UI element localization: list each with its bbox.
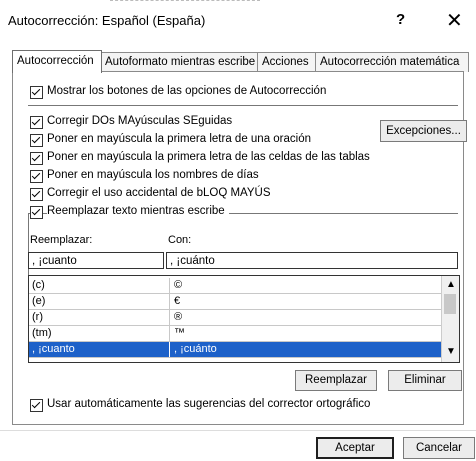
list-item-to: © bbox=[174, 279, 183, 291]
divider bbox=[28, 105, 458, 106]
list-item[interactable]: (r) ® bbox=[29, 310, 441, 326]
list-item[interactable]: (c) © bbox=[29, 278, 441, 294]
tab-autocorreccion-matematica[interactable]: Autocorrección matemática bbox=[315, 52, 469, 72]
list-item-to: , ¡cuánto bbox=[174, 343, 217, 355]
replace-button[interactable]: Reemplazar bbox=[295, 370, 377, 391]
window-title: Autocorrección: Español (España) bbox=[8, 13, 206, 28]
two-initials-checkbox[interactable] bbox=[30, 116, 43, 129]
list-item-to: ™ bbox=[174, 327, 185, 339]
list-item-to: € bbox=[174, 295, 181, 307]
show-buttons-label: Mostrar los botones de las opciones de A… bbox=[47, 85, 327, 97]
list-item[interactable]: (e) € bbox=[29, 294, 441, 310]
replace-typing-checkbox[interactable] bbox=[30, 206, 43, 219]
show-buttons-checkbox[interactable] bbox=[30, 86, 43, 99]
list-item-to: ® bbox=[174, 311, 183, 323]
caps-lock-checkbox[interactable] bbox=[30, 188, 43, 201]
close-icon[interactable]: ✕ bbox=[446, 8, 463, 33]
column-divider bbox=[169, 326, 170, 341]
list-item-from: (c) bbox=[32, 279, 45, 291]
spell-suggestions-checkbox[interactable] bbox=[30, 399, 43, 412]
table-caps-label: Poner en mayúscula la primera letra de l… bbox=[47, 151, 370, 163]
sentence-caps-checkbox[interactable] bbox=[30, 134, 43, 147]
tab-autocorreccion[interactable]: Autocorrección bbox=[12, 50, 102, 73]
sentence-caps-label: Poner en mayúscula la primera letra de u… bbox=[47, 133, 312, 145]
ok-button[interactable]: Aceptar bbox=[316, 437, 394, 459]
with-input[interactable]: , ¡cuánto bbox=[166, 252, 458, 269]
list-item-from: (tm) bbox=[32, 327, 52, 339]
with-label: Con: bbox=[168, 234, 192, 246]
list-scrollbar[interactable]: ▲ ▼ bbox=[441, 276, 459, 362]
list-item-from: (e) bbox=[32, 295, 46, 307]
scroll-down-icon[interactable]: ▼ bbox=[446, 346, 456, 357]
autocorrect-list[interactable]: (c) © (e) € (r) ® (tm) ™ , ¡cuanto , ¡cu… bbox=[28, 275, 460, 363]
exceptions-button[interactable]: Excepciones... bbox=[380, 120, 467, 142]
two-initials-label: Corregir DOs MAyúsculas SEguidas bbox=[47, 115, 233, 127]
column-divider bbox=[169, 310, 170, 325]
scroll-thumb[interactable] bbox=[444, 294, 456, 314]
list-item-from: (r) bbox=[32, 311, 43, 323]
caps-lock-label: Corregir el uso accidental de bLOQ MAYÚS bbox=[47, 187, 271, 199]
column-divider bbox=[169, 342, 170, 357]
replace-label: Reemplazar: bbox=[30, 234, 93, 246]
footer-divider bbox=[0, 430, 476, 431]
tab-autoformato[interactable]: Autoformato mientras escribe bbox=[100, 52, 260, 72]
replace-typing-label: Reemplazar texto mientras escribe bbox=[47, 205, 229, 217]
help-button[interactable]: ? bbox=[396, 11, 405, 28]
day-names-checkbox[interactable] bbox=[30, 170, 43, 183]
list-item[interactable]: (tm) ™ bbox=[29, 326, 441, 342]
replace-input[interactable]: , ¡cuanto bbox=[28, 252, 164, 269]
cancel-button[interactable]: Cancelar bbox=[403, 437, 475, 459]
tab-acciones[interactable]: Acciones bbox=[257, 52, 318, 72]
column-divider bbox=[169, 278, 170, 293]
column-divider bbox=[169, 294, 170, 309]
list-item-from: , ¡cuanto bbox=[32, 343, 75, 355]
delete-button[interactable]: Eliminar bbox=[388, 370, 462, 391]
day-names-label: Poner en mayúscula los nombres de días bbox=[47, 169, 259, 181]
scroll-up-icon[interactable]: ▲ bbox=[446, 279, 456, 290]
list-item-selected[interactable]: , ¡cuanto , ¡cuánto bbox=[29, 342, 441, 358]
table-caps-checkbox[interactable] bbox=[30, 152, 43, 165]
cropped-edge bbox=[110, 0, 260, 4]
spell-suggestions-label: Usar automáticamente las sugerencias del… bbox=[47, 398, 371, 410]
